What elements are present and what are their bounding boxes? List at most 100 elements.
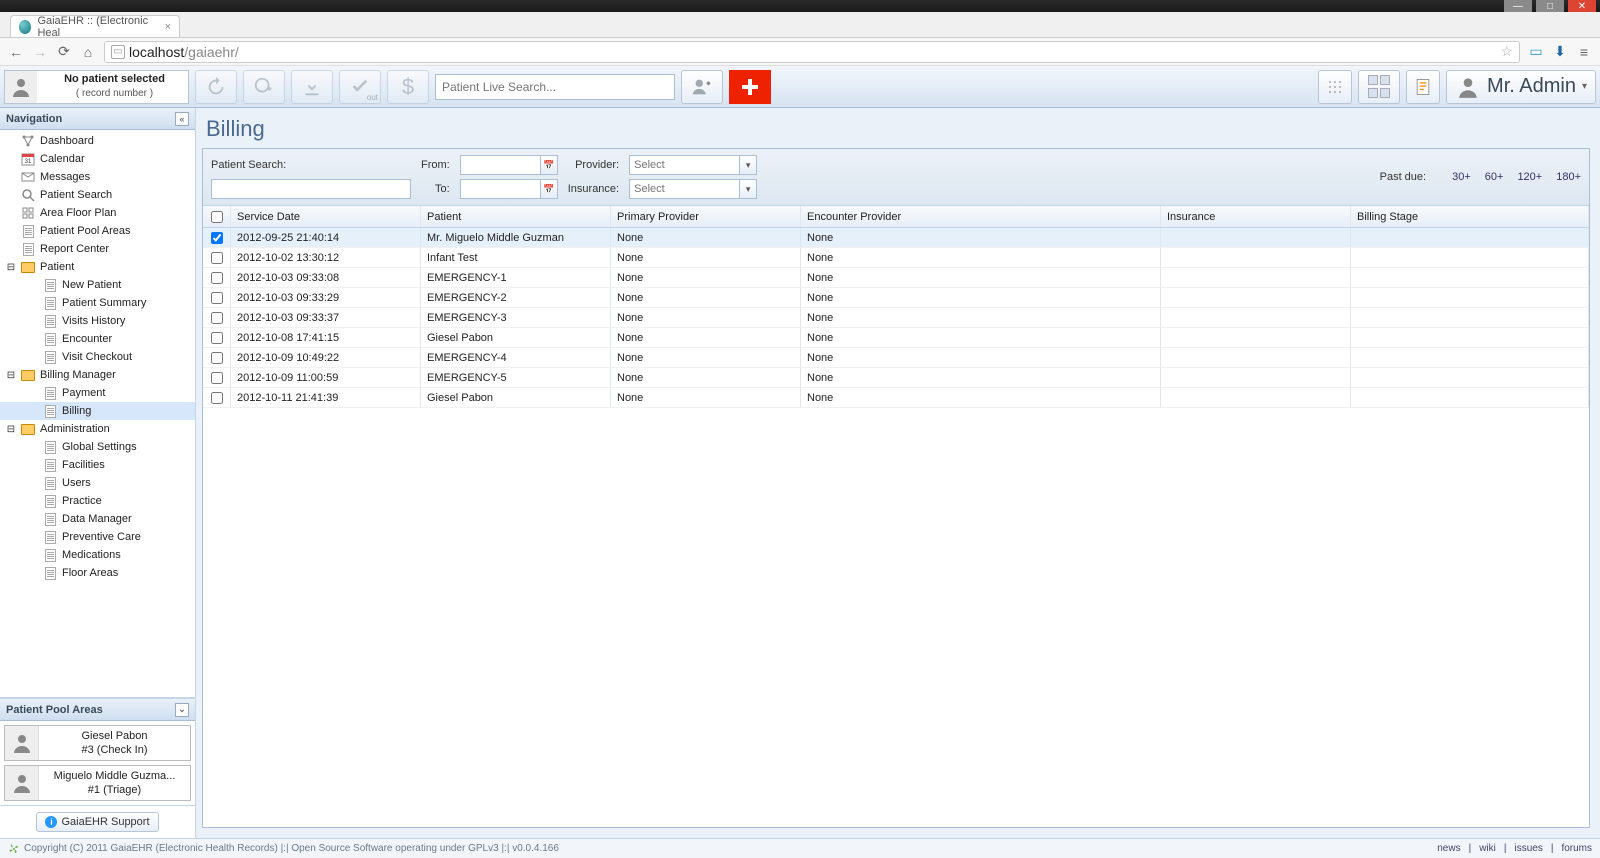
past-due-option[interactable]: 60+ bbox=[1485, 171, 1504, 183]
row-checkbox[interactable] bbox=[211, 372, 223, 384]
notes-button[interactable] bbox=[1406, 70, 1440, 104]
table-row[interactable]: 2012-10-09 11:00:59EMERGENCY-5NoneNone bbox=[203, 368, 1589, 388]
pool-header[interactable]: Patient Pool Areas ⌄ bbox=[0, 699, 195, 721]
window-close-button[interactable]: ✕ bbox=[1568, 0, 1596, 12]
nav-item-patient[interactable]: ⊟Patient bbox=[0, 258, 195, 276]
extension-icon[interactable]: ▭ bbox=[1528, 44, 1544, 60]
menu-button[interactable]: ≡ bbox=[1576, 44, 1592, 60]
past-due-option[interactable]: 120+ bbox=[1517, 171, 1542, 183]
pool-card[interactable]: Miguelo Middle Guzma...#1 (Triage) bbox=[4, 765, 191, 801]
footer-link-wiki[interactable]: wiki bbox=[1479, 843, 1496, 854]
table-row[interactable]: 2012-10-03 09:33:08EMERGENCY-1NoneNone bbox=[203, 268, 1589, 288]
patient-header-box[interactable]: No patient selected ( record number ) bbox=[4, 70, 189, 104]
back-button[interactable]: ← bbox=[8, 44, 24, 60]
row-checkbox[interactable] bbox=[211, 252, 223, 264]
support-button[interactable]: i GaiaEHR Support bbox=[36, 812, 158, 832]
row-checkbox[interactable] bbox=[211, 272, 223, 284]
table-row[interactable]: 2012-10-09 10:49:22EMERGENCY-4NoneNone bbox=[203, 348, 1589, 368]
nav-item-admin[interactable]: ⊟Administration bbox=[0, 420, 195, 438]
row-checkbox[interactable] bbox=[211, 352, 223, 364]
from-date-input[interactable] bbox=[460, 155, 540, 175]
col-insurance[interactable]: Insurance bbox=[1161, 206, 1351, 227]
insurance-select[interactable] bbox=[629, 179, 739, 199]
user-menu-button[interactable]: Mr. Admin ▾ bbox=[1446, 70, 1596, 104]
nav-item-poolareas[interactable]: Patient Pool Areas bbox=[0, 222, 195, 240]
table-row[interactable]: 2012-10-11 21:41:39Giesel PabonNoneNone bbox=[203, 388, 1589, 408]
tab-close-icon[interactable]: × bbox=[165, 21, 171, 33]
home-button[interactable]: ⌂ bbox=[80, 44, 96, 60]
provider-select[interactable] bbox=[629, 155, 739, 175]
from-date-picker-button[interactable]: 📅 bbox=[540, 155, 558, 175]
nav-item-dashboard[interactable]: Dashboard bbox=[0, 132, 195, 150]
col-patient[interactable]: Patient bbox=[421, 206, 611, 227]
nav-item-newpatient[interactable]: New Patient bbox=[0, 276, 195, 294]
pool-areas-button[interactable] bbox=[1358, 70, 1400, 104]
checkout-button[interactable]: out bbox=[339, 70, 381, 104]
footer-link-issues[interactable]: issues bbox=[1514, 843, 1542, 854]
nav-item-psummary[interactable]: Patient Summary bbox=[0, 294, 195, 312]
insurance-dropdown-button[interactable]: ▾ bbox=[739, 179, 757, 199]
forward-button[interactable]: → bbox=[32, 44, 48, 60]
provider-dropdown-button[interactable]: ▾ bbox=[739, 155, 757, 175]
nav-item-dataman[interactable]: Data Manager bbox=[0, 510, 195, 528]
nav-item-vhistory[interactable]: Visits History bbox=[0, 312, 195, 330]
nav-item-payment[interactable]: Payment bbox=[0, 384, 195, 402]
new-encounter-button[interactable] bbox=[243, 70, 285, 104]
window-minimize-button[interactable]: — bbox=[1504, 0, 1532, 12]
nav-item-practice[interactable]: Practice bbox=[0, 492, 195, 510]
nav-item-floorareas[interactable]: Floor Areas bbox=[0, 564, 195, 582]
pool-card[interactable]: Giesel Pabon#3 (Check In) bbox=[4, 725, 191, 761]
browser-tab[interactable]: GaiaEHR :: (Electronic Heal × bbox=[10, 15, 180, 37]
row-checkbox[interactable] bbox=[211, 332, 223, 344]
table-row[interactable]: 2012-10-03 09:33:37EMERGENCY-3NoneNone bbox=[203, 308, 1589, 328]
table-row[interactable]: 2012-10-02 13:30:12Infant TestNoneNone bbox=[203, 248, 1589, 268]
bookmark-star-icon[interactable]: ☆ bbox=[1500, 43, 1513, 60]
collapse-sidebar-button[interactable]: « bbox=[175, 112, 189, 126]
patient-live-search-input[interactable] bbox=[435, 74, 675, 100]
nav-item-prevcare[interactable]: Preventive Care bbox=[0, 528, 195, 546]
nav-item-floorplan[interactable]: Area Floor Plan bbox=[0, 204, 195, 222]
row-checkbox[interactable] bbox=[211, 392, 223, 404]
nav-item-gsettings[interactable]: Global Settings bbox=[0, 438, 195, 456]
nav-item-calendar[interactable]: 31Calendar bbox=[0, 150, 195, 168]
nav-item-facilities[interactable]: Facilities bbox=[0, 456, 195, 474]
row-checkbox[interactable] bbox=[211, 292, 223, 304]
download-button[interactable] bbox=[291, 70, 333, 104]
window-maximize-button[interactable]: □ bbox=[1536, 0, 1564, 12]
nav-item-billing[interactable]: Billing bbox=[0, 402, 195, 420]
reload-button[interactable]: ⟳ bbox=[56, 44, 72, 60]
footer-link-forums[interactable]: forums bbox=[1561, 843, 1592, 854]
dotted-grid-button[interactable] bbox=[1318, 70, 1352, 104]
patient-search-input[interactable] bbox=[211, 179, 411, 199]
past-due-option[interactable]: 180+ bbox=[1556, 171, 1581, 183]
nav-item-psearch[interactable]: Patient Search bbox=[0, 186, 195, 204]
past-due-option[interactable]: 30+ bbox=[1452, 171, 1471, 183]
col-encounter-provider[interactable]: Encounter Provider bbox=[801, 206, 1161, 227]
nav-item-vcheckout[interactable]: Visit Checkout bbox=[0, 348, 195, 366]
row-checkbox[interactable] bbox=[211, 312, 223, 324]
nav-item-messages[interactable]: Messages bbox=[0, 168, 195, 186]
col-billing-stage[interactable]: Billing Stage bbox=[1351, 206, 1589, 227]
table-row[interactable]: 2012-10-08 17:41:15Giesel PabonNoneNone bbox=[203, 328, 1589, 348]
pool-collapse-button[interactable]: ⌄ bbox=[175, 703, 189, 717]
add-patient-button[interactable] bbox=[681, 70, 723, 104]
emergency-button[interactable] bbox=[729, 70, 771, 104]
address-bar[interactable]: ▭ localhost/gaiaehr/ ☆ bbox=[104, 41, 1520, 63]
extension-icon-2[interactable]: ⬇ bbox=[1552, 44, 1568, 60]
payment-button[interactable]: $ bbox=[387, 70, 429, 104]
col-primary-provider[interactable]: Primary Provider bbox=[611, 206, 801, 227]
nav-item-report[interactable]: Report Center bbox=[0, 240, 195, 258]
footer-link-news[interactable]: news bbox=[1437, 843, 1460, 854]
row-checkbox[interactable] bbox=[211, 232, 223, 244]
col-service-date[interactable]: Service Date bbox=[231, 206, 421, 227]
to-date-input[interactable] bbox=[460, 179, 540, 199]
table-row[interactable]: 2012-10-03 09:33:29EMERGENCY-2NoneNone bbox=[203, 288, 1589, 308]
nav-item-users[interactable]: Users bbox=[0, 474, 195, 492]
to-date-picker-button[interactable]: 📅 bbox=[540, 179, 558, 199]
nav-item-meds[interactable]: Medications bbox=[0, 546, 195, 564]
nav-item-encounter[interactable]: Encounter bbox=[0, 330, 195, 348]
table-row[interactable]: 2012-09-25 21:40:14Mr. Miguelo Middle Gu… bbox=[203, 228, 1589, 248]
nav-item-billingm[interactable]: ⊟Billing Manager bbox=[0, 366, 195, 384]
select-all-checkbox[interactable] bbox=[211, 211, 223, 223]
history-button[interactable] bbox=[195, 70, 237, 104]
